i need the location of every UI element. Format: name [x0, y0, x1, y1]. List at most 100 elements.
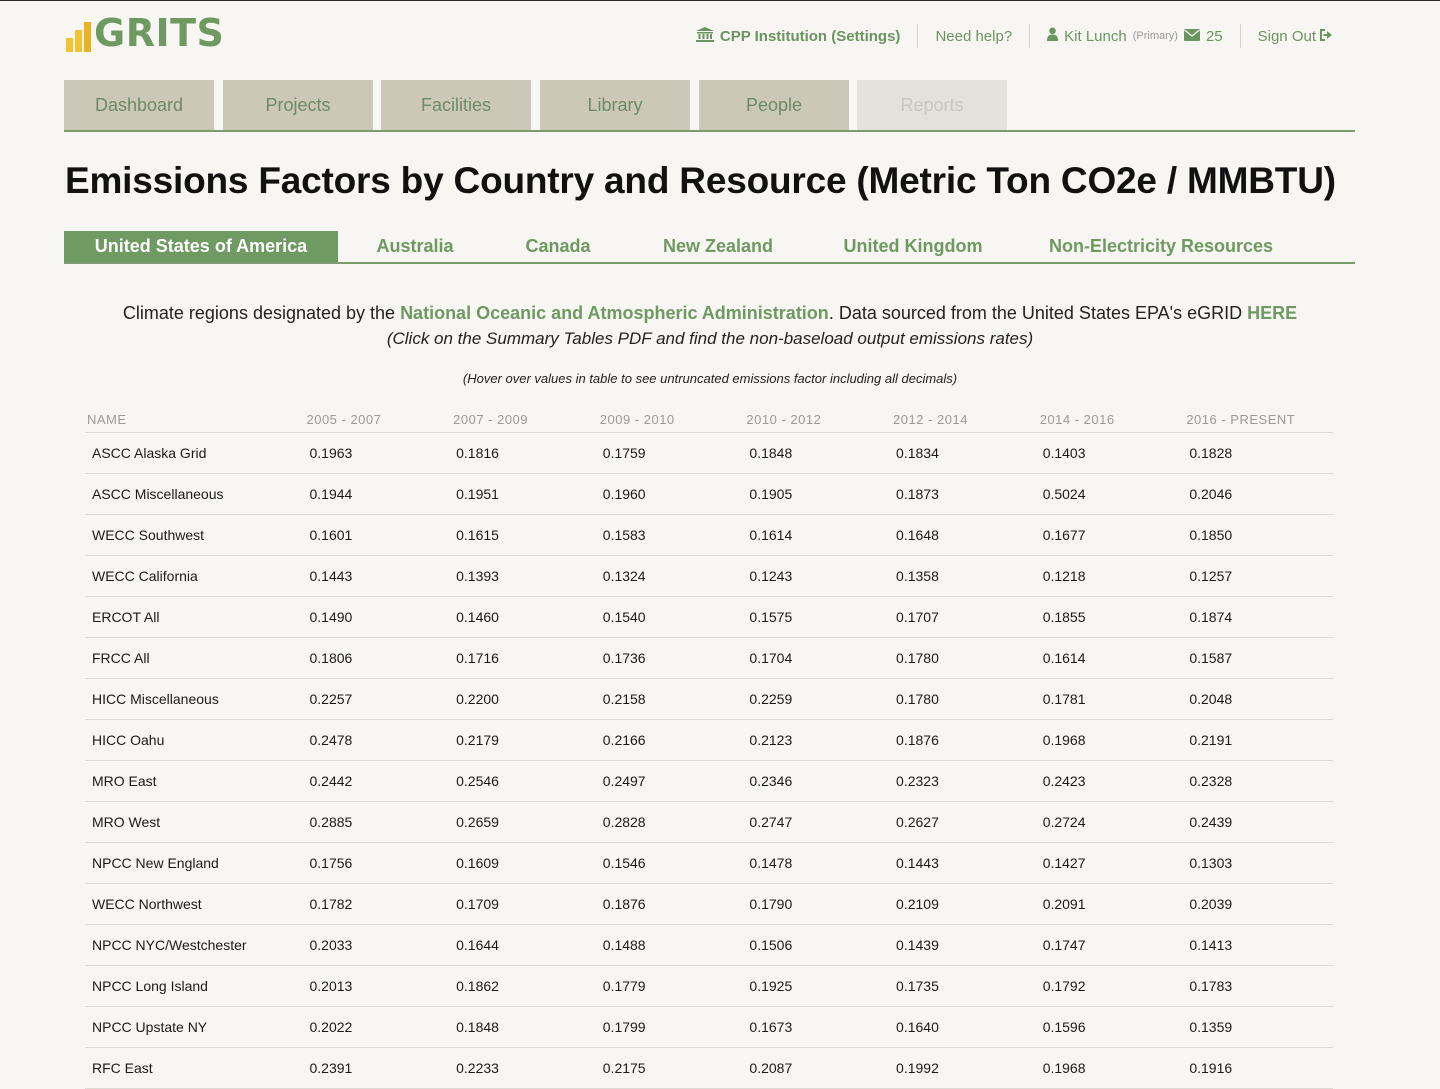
emissions-value-cell[interactable]: 0.1358 [893, 555, 1040, 597]
emissions-value-cell[interactable]: 0.1779 [599, 965, 747, 1007]
emissions-value-cell[interactable]: 0.2166 [599, 719, 747, 761]
emissions-value-cell[interactable]: 0.1257 [1186, 555, 1333, 597]
emissions-value-cell[interactable]: 0.1640 [893, 1006, 1040, 1048]
emissions-value-cell[interactable]: 0.1427 [1039, 842, 1187, 884]
emissions-value-cell[interactable]: 0.2048 [1186, 678, 1333, 720]
emissions-value-cell[interactable]: 0.1218 [1039, 555, 1187, 597]
emissions-value-cell[interactable]: 0.2439 [1186, 801, 1333, 843]
emissions-value-cell[interactable]: 0.2328 [1186, 760, 1333, 802]
tab-new-zealand[interactable]: New Zealand [656, 231, 780, 262]
emissions-value-cell[interactable]: 0.1614 [1039, 637, 1187, 679]
emissions-value-cell[interactable]: 0.1609 [453, 842, 600, 884]
emissions-value-cell[interactable]: 0.1874 [1186, 596, 1333, 638]
emissions-value-cell[interactable]: 0.1709 [453, 883, 600, 925]
emissions-value-cell[interactable]: 0.1443 [306, 555, 454, 597]
emissions-value-cell[interactable]: 0.1781 [1039, 678, 1187, 720]
emissions-value-cell[interactable]: 0.1806 [306, 637, 454, 679]
grits-logo[interactable]: GRITS [66, 12, 224, 52]
emissions-value-cell[interactable]: 0.1735 [893, 965, 1040, 1007]
emissions-value-cell[interactable]: 0.1540 [599, 596, 747, 638]
emissions-value-cell[interactable]: 0.1834 [893, 432, 1040, 474]
emissions-value-cell[interactable]: 0.1816 [453, 432, 600, 474]
emissions-value-cell[interactable]: 0.1873 [893, 473, 1040, 515]
emissions-value-cell[interactable]: 0.1876 [599, 883, 747, 925]
noaa-link[interactable]: National Oceanic and Atmospheric Adminis… [400, 303, 829, 323]
emissions-value-cell[interactable]: 0.1673 [746, 1006, 894, 1048]
emissions-value-cell[interactable]: 0.2478 [306, 719, 454, 761]
emissions-value-cell[interactable]: 0.1905 [746, 473, 894, 515]
emissions-value-cell[interactable]: 0.2346 [746, 760, 894, 802]
messages-count[interactable]: 25 [1206, 28, 1223, 45]
emissions-value-cell[interactable]: 0.1648 [893, 514, 1040, 556]
help-link[interactable]: Need help? [918, 24, 1029, 48]
emissions-value-cell[interactable]: 0.1855 [1039, 596, 1187, 638]
sign-out-link[interactable]: Sign Out [1241, 24, 1350, 48]
emissions-value-cell[interactable]: 0.1413 [1186, 924, 1333, 966]
emissions-value-cell[interactable]: 0.2013 [306, 965, 454, 1007]
emissions-value-cell[interactable]: 0.1747 [1039, 924, 1187, 966]
emissions-value-cell[interactable]: 0.1490 [306, 596, 454, 638]
emissions-value-cell[interactable]: 0.1828 [1186, 432, 1333, 474]
emissions-value-cell[interactable]: 0.1460 [453, 596, 600, 638]
emissions-value-cell[interactable]: 0.1968 [1039, 1047, 1187, 1089]
emissions-value-cell[interactable]: 0.1916 [1186, 1047, 1333, 1089]
emissions-value-cell[interactable]: 0.2158 [599, 678, 747, 720]
emissions-value-cell[interactable]: 0.1925 [746, 965, 894, 1007]
emissions-value-cell[interactable]: 0.1960 [599, 473, 747, 515]
emissions-value-cell[interactable]: 0.2659 [453, 801, 600, 843]
emissions-value-cell[interactable]: 0.2627 [893, 801, 1040, 843]
emissions-value-cell[interactable]: 0.1546 [599, 842, 747, 884]
emissions-value-cell[interactable]: 0.1243 [746, 555, 894, 597]
emissions-value-cell[interactable]: 0.2442 [306, 760, 454, 802]
emissions-value-cell[interactable]: 0.1614 [746, 514, 894, 556]
emissions-value-cell[interactable]: 0.2109 [893, 883, 1040, 925]
emissions-value-cell[interactable]: 0.2191 [1186, 719, 1333, 761]
emissions-value-cell[interactable]: 0.1704 [746, 637, 894, 679]
emissions-value-cell[interactable]: 0.1944 [306, 473, 454, 515]
emissions-value-cell[interactable]: 0.2885 [306, 801, 454, 843]
emissions-value-cell[interactable]: 0.1601 [306, 514, 454, 556]
emissions-value-cell[interactable]: 0.1575 [746, 596, 894, 638]
emissions-value-cell[interactable]: 0.2123 [746, 719, 894, 761]
tab-canada[interactable]: Canada [518, 231, 598, 262]
emissions-value-cell[interactable]: 0.1677 [1039, 514, 1187, 556]
emissions-value-cell[interactable]: 0.2546 [453, 760, 600, 802]
emissions-value-cell[interactable]: 0.2200 [453, 678, 600, 720]
emissions-value-cell[interactable]: 0.1393 [453, 555, 600, 597]
emissions-value-cell[interactable]: 0.1324 [599, 555, 747, 597]
emissions-value-cell[interactable]: 0.1736 [599, 637, 747, 679]
emissions-value-cell[interactable]: 0.1799 [599, 1006, 747, 1048]
emissions-value-cell[interactable]: 0.2175 [599, 1047, 747, 1089]
tab-projects[interactable]: Projects [223, 80, 373, 130]
emissions-value-cell[interactable]: 0.1850 [1186, 514, 1333, 556]
emissions-value-cell[interactable]: 0.1707 [893, 596, 1040, 638]
tab-united-states[interactable]: United States of America [64, 231, 338, 262]
emissions-value-cell[interactable]: 0.1403 [1039, 432, 1187, 474]
emissions-value-cell[interactable]: 0.1783 [1186, 965, 1333, 1007]
emissions-value-cell[interactable]: 0.2747 [746, 801, 894, 843]
emissions-value-cell[interactable]: 0.1759 [599, 432, 747, 474]
emissions-value-cell[interactable]: 0.1439 [893, 924, 1040, 966]
emissions-value-cell[interactable]: 0.1951 [453, 473, 600, 515]
emissions-value-cell[interactable]: 0.1963 [306, 432, 454, 474]
emissions-value-cell[interactable]: 0.5024 [1039, 473, 1187, 515]
institution-settings-link[interactable]: CPP Institution (Settings) [679, 24, 918, 48]
emissions-value-cell[interactable]: 0.1359 [1186, 1006, 1333, 1048]
emissions-value-cell[interactable]: 0.2497 [599, 760, 747, 802]
emissions-value-cell[interactable]: 0.1478 [746, 842, 894, 884]
emissions-value-cell[interactable]: 0.1848 [453, 1006, 600, 1048]
emissions-value-cell[interactable]: 0.1992 [893, 1047, 1040, 1089]
emissions-value-cell[interactable]: 0.1968 [1039, 719, 1187, 761]
emissions-value-cell[interactable]: 0.2391 [306, 1047, 454, 1089]
emissions-value-cell[interactable]: 0.1756 [306, 842, 454, 884]
tab-non-electricity-resources[interactable]: Non-Electricity Resources [1046, 231, 1276, 262]
emissions-value-cell[interactable]: 0.1583 [599, 514, 747, 556]
emissions-value-cell[interactable]: 0.1790 [746, 883, 894, 925]
emissions-value-cell[interactable]: 0.2259 [746, 678, 894, 720]
emissions-value-cell[interactable]: 0.2323 [893, 760, 1040, 802]
user-menu[interactable]: Kit Lunch (Primary) 25 [1030, 24, 1239, 48]
emissions-value-cell[interactable]: 0.1792 [1039, 965, 1187, 1007]
emissions-value-cell[interactable]: 0.2179 [453, 719, 600, 761]
tab-facilities[interactable]: Facilities [381, 80, 531, 130]
emissions-value-cell[interactable]: 0.1303 [1186, 842, 1333, 884]
